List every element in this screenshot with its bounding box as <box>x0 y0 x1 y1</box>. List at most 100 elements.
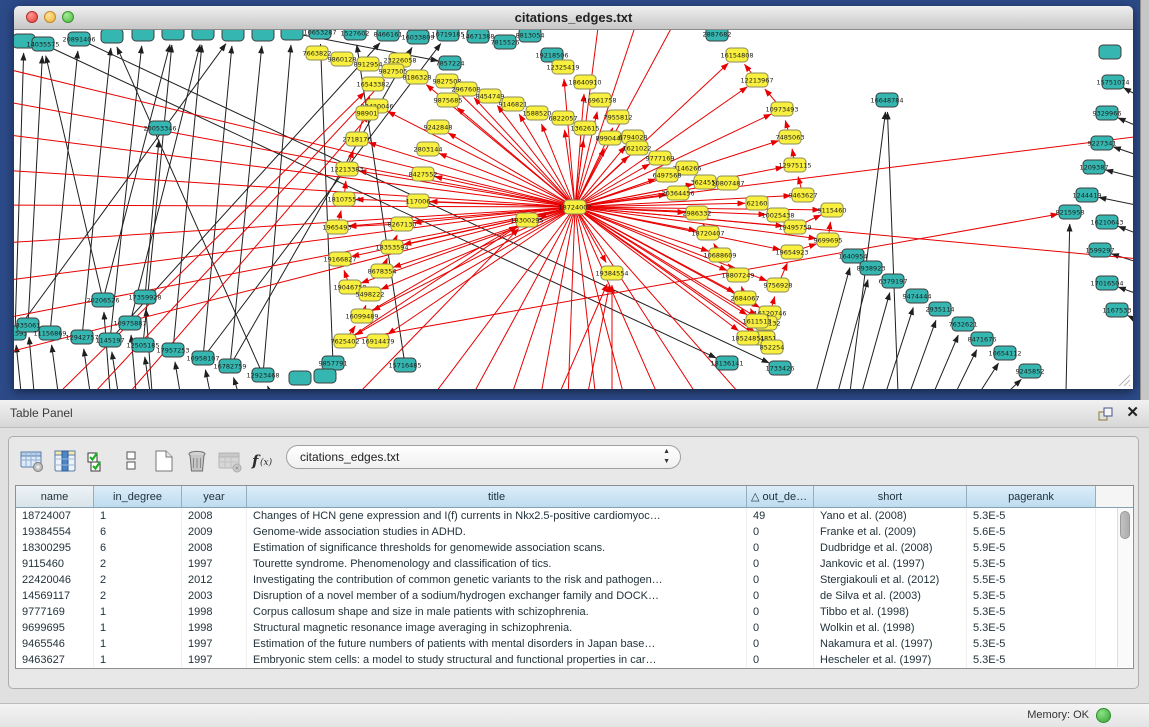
table-row[interactable]: 2242004622012Investigating the contribut… <box>16 572 1133 588</box>
network-node[interactable]: 8215958 <box>1056 205 1085 219</box>
table-settings-icon[interactable] <box>19 449 45 473</box>
network-node[interactable]: 1244419 <box>1073 188 1102 202</box>
table-cell[interactable]: 14569117 <box>16 588 94 604</box>
network-node[interactable]: 117006 <box>406 194 431 208</box>
table-cell[interactable]: 0 <box>747 572 814 588</box>
table-cell[interactable]: 0 <box>747 636 814 652</box>
network-node[interactable]: 12213383 <box>330 162 363 176</box>
table-cell[interactable]: Stergiakouli et al. (2012) <box>814 572 967 588</box>
network-node[interactable]: 2986332 <box>683 206 712 220</box>
network-node[interactable]: 8813054 <box>516 30 545 42</box>
table-cell[interactable]: 0 <box>747 620 814 636</box>
table-cell[interactable]: 5.3E-5 <box>967 652 1096 668</box>
network-node[interactable]: 9227341 <box>1088 136 1117 150</box>
network-node[interactable]: 1209387 <box>1080 160 1109 174</box>
table-cell[interactable]: 1998 <box>182 620 247 636</box>
table-cell[interactable]: Wolkin et al. (1998) <box>814 620 967 636</box>
table-cell[interactable]: 0 <box>747 604 814 620</box>
table-cell[interactable]: 9465546 <box>16 636 94 652</box>
network-node[interactable]: 19384554 <box>595 266 628 280</box>
table-cell[interactable]: Estimation of the future numbers of pati… <box>247 636 747 652</box>
table-cell[interactable]: 49 <box>747 508 814 524</box>
network-node[interactable] <box>101 30 123 43</box>
network-node[interactable]: 10654112 <box>988 346 1021 360</box>
network-node[interactable]: 1145197 <box>96 333 125 347</box>
network-node[interactable]: 7632621 <box>949 317 978 331</box>
table-cell[interactable]: 2008 <box>182 508 247 524</box>
table-cell[interactable]: 1997 <box>182 636 247 652</box>
network-window-titlebar[interactable]: citations_edges.txt <box>14 6 1133 30</box>
table-cell[interactable]: Jankovic et al. (1997) <box>814 556 967 572</box>
table-cell[interactable]: 5.3E-5 <box>967 588 1096 604</box>
table-cell[interactable]: 1 <box>94 508 182 524</box>
network-node[interactable]: 10973493 <box>765 102 798 116</box>
table-cell[interactable]: 1997 <box>182 652 247 668</box>
network-node[interactable]: 18107554 <box>327 192 360 206</box>
table-select-dropdown[interactable]: citations_edges.txt ▲▼ <box>286 445 681 469</box>
table-cell[interactable]: 5.6E-5 <box>967 524 1096 540</box>
minimize-button[interactable] <box>44 11 56 23</box>
network-node[interactable]: 62160 <box>746 196 768 210</box>
network-node[interactable]: 9857791 <box>319 356 348 370</box>
network-node[interactable]: 6379197 <box>879 274 908 288</box>
table-cell[interactable]: 0 <box>747 652 814 668</box>
table-cell[interactable]: Corpus callosum shape and size in male p… <box>247 604 747 620</box>
network-node[interactable]: 2684067 <box>731 291 760 305</box>
network-node[interactable]: 7857224 <box>436 56 465 70</box>
network-node[interactable]: 15751074 <box>1096 75 1129 89</box>
table-cell[interactable]: 5.9E-5 <box>967 540 1096 556</box>
network-node[interactable]: 7485063 <box>776 130 805 144</box>
table-row[interactable]: 1938455462009Genome-wide association stu… <box>16 524 1133 540</box>
table-cell[interactable]: 5.3E-5 <box>967 556 1096 572</box>
table-row[interactable]: 911546021997Tourette syndrome. Phenomeno… <box>16 556 1133 572</box>
network-node[interactable]: 1611513 <box>743 314 772 328</box>
network-node[interactable]: 2887682 <box>703 30 732 41</box>
network-node[interactable]: 1965493 <box>323 220 352 234</box>
table-cell[interactable]: Genome-wide association studies in ADHD. <box>247 524 747 540</box>
table-scrollbar[interactable] <box>1117 508 1132 667</box>
network-node[interactable]: 9474444 <box>903 289 932 303</box>
network-node[interactable]: 9463627 <box>789 188 818 202</box>
table-cell[interactable]: Embryonic stem cells: a model to study s… <box>247 652 747 668</box>
table-cell[interactable]: 22420046 <box>16 572 94 588</box>
table-cell[interactable]: 5.5E-5 <box>967 572 1096 588</box>
table-cell[interactable]: 9115460 <box>16 556 94 572</box>
network-node[interactable]: 9242848 <box>424 120 453 134</box>
table-cell[interactable]: 9463627 <box>16 652 94 668</box>
table-cell[interactable]: 1 <box>94 652 182 668</box>
network-node[interactable]: 10653287 <box>303 30 336 39</box>
network-node[interactable]: 16033809 <box>401 30 434 44</box>
function-builder-icon[interactable]: f(x) <box>250 449 276 473</box>
column-header-year[interactable]: year <box>182 486 247 508</box>
network-node[interactable]: 16099489 <box>345 309 378 323</box>
network-node[interactable]: 20053346 <box>143 121 176 135</box>
network-node[interactable]: 9329966 <box>1093 106 1122 120</box>
network-node[interactable]: 98901 <box>356 106 378 120</box>
network-node[interactable]: 5498222 <box>356 287 385 301</box>
network-node[interactable]: 1733426 <box>766 361 795 375</box>
network-node[interactable]: 18353594 <box>375 240 408 254</box>
network-node[interactable] <box>289 371 311 385</box>
resize-grip-icon[interactable] <box>1118 374 1131 387</box>
network-node[interactable]: 6822057 <box>549 111 578 125</box>
network-node[interactable]: 8186328 <box>403 70 432 84</box>
network-node[interactable] <box>281 30 303 40</box>
table-cell[interactable]: Changes of HCN gene expression and I(f) … <box>247 508 747 524</box>
network-node[interactable]: 2935114 <box>926 302 955 316</box>
network-node[interactable]: 17359928 <box>128 290 161 304</box>
network-node[interactable]: 1599297 <box>1086 243 1115 257</box>
table-cell[interactable]: 0 <box>747 556 814 572</box>
network-window[interactable]: citations_edges.txt 14035575208914061065… <box>14 6 1133 389</box>
table-cell[interactable]: 1 <box>94 636 182 652</box>
network-canvas[interactable]: 1403557520891406106532871527602846616116… <box>14 30 1133 389</box>
network-node[interactable]: 1621022 <box>623 141 652 155</box>
table-cell[interactable]: 1998 <box>182 604 247 620</box>
close-button[interactable] <box>26 11 38 23</box>
network-node[interactable]: 16543382 <box>356 77 389 91</box>
table-cell[interactable]: 1997 <box>182 556 247 572</box>
network-node[interactable]: 18640910 <box>568 75 601 89</box>
select-column-icon[interactable] <box>52 449 78 473</box>
table-row[interactable]: 1830029562008Estimation of significance … <box>16 540 1133 556</box>
table-cell[interactable]: Estimation of significance thresholds fo… <box>247 540 747 556</box>
table-cell[interactable]: 5.3E-5 <box>967 604 1096 620</box>
